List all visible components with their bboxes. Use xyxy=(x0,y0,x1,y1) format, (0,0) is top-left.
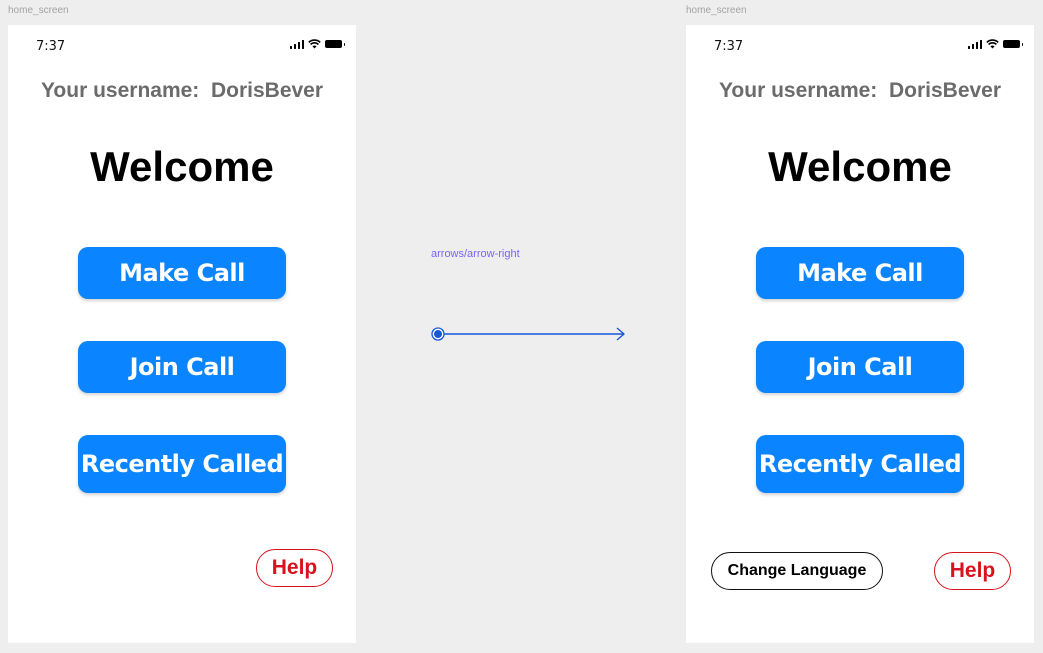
wifi-icon xyxy=(986,39,999,49)
welcome-heading: Welcome xyxy=(90,143,274,190)
recently-called-button[interactable]: Recently Called xyxy=(78,435,286,493)
status-time: 7:37 xyxy=(36,39,66,54)
status-icons xyxy=(289,39,345,49)
frame-label: home_screen xyxy=(8,5,69,16)
make-call-button[interactable]: Make Call xyxy=(78,247,286,299)
signal-icon xyxy=(289,39,304,49)
help-button[interactable]: Help xyxy=(256,549,333,587)
recently-called-button[interactable]: Recently Called xyxy=(756,435,964,493)
username-label: Your username: xyxy=(40,79,200,102)
username-line: Your username: DorisBever xyxy=(686,79,1034,103)
status-time: 7:37 xyxy=(714,39,744,54)
battery-icon xyxy=(325,40,345,48)
make-call-button[interactable]: Make Call xyxy=(756,247,964,299)
signal-icon xyxy=(967,39,982,49)
username-value: DorisBever xyxy=(210,79,324,102)
join-call-button[interactable]: Join Call xyxy=(756,341,964,393)
change-language-button[interactable]: Change Language xyxy=(711,552,883,590)
phone-frame-home: 7:37 Your username: DorisBever Welcome M… xyxy=(8,25,356,643)
status-icons xyxy=(967,39,1023,49)
wifi-icon xyxy=(308,39,321,49)
frame-label: home_screen xyxy=(686,5,747,16)
username-value: DorisBever xyxy=(888,79,1002,102)
welcome-heading: Welcome xyxy=(768,143,952,190)
phone-frame-home-language: 7:37 Your username: DorisBever Welcome M… xyxy=(686,25,1034,643)
join-call-button[interactable]: Join Call xyxy=(78,341,286,393)
username-label: Your username: xyxy=(718,79,878,102)
username-line: Your username: DorisBever xyxy=(8,79,356,103)
arrow-right-icon[interactable] xyxy=(428,324,628,344)
battery-icon xyxy=(1003,40,1023,48)
help-button[interactable]: Help xyxy=(934,552,1011,590)
connector-label: arrows/arrow-right xyxy=(431,248,520,260)
